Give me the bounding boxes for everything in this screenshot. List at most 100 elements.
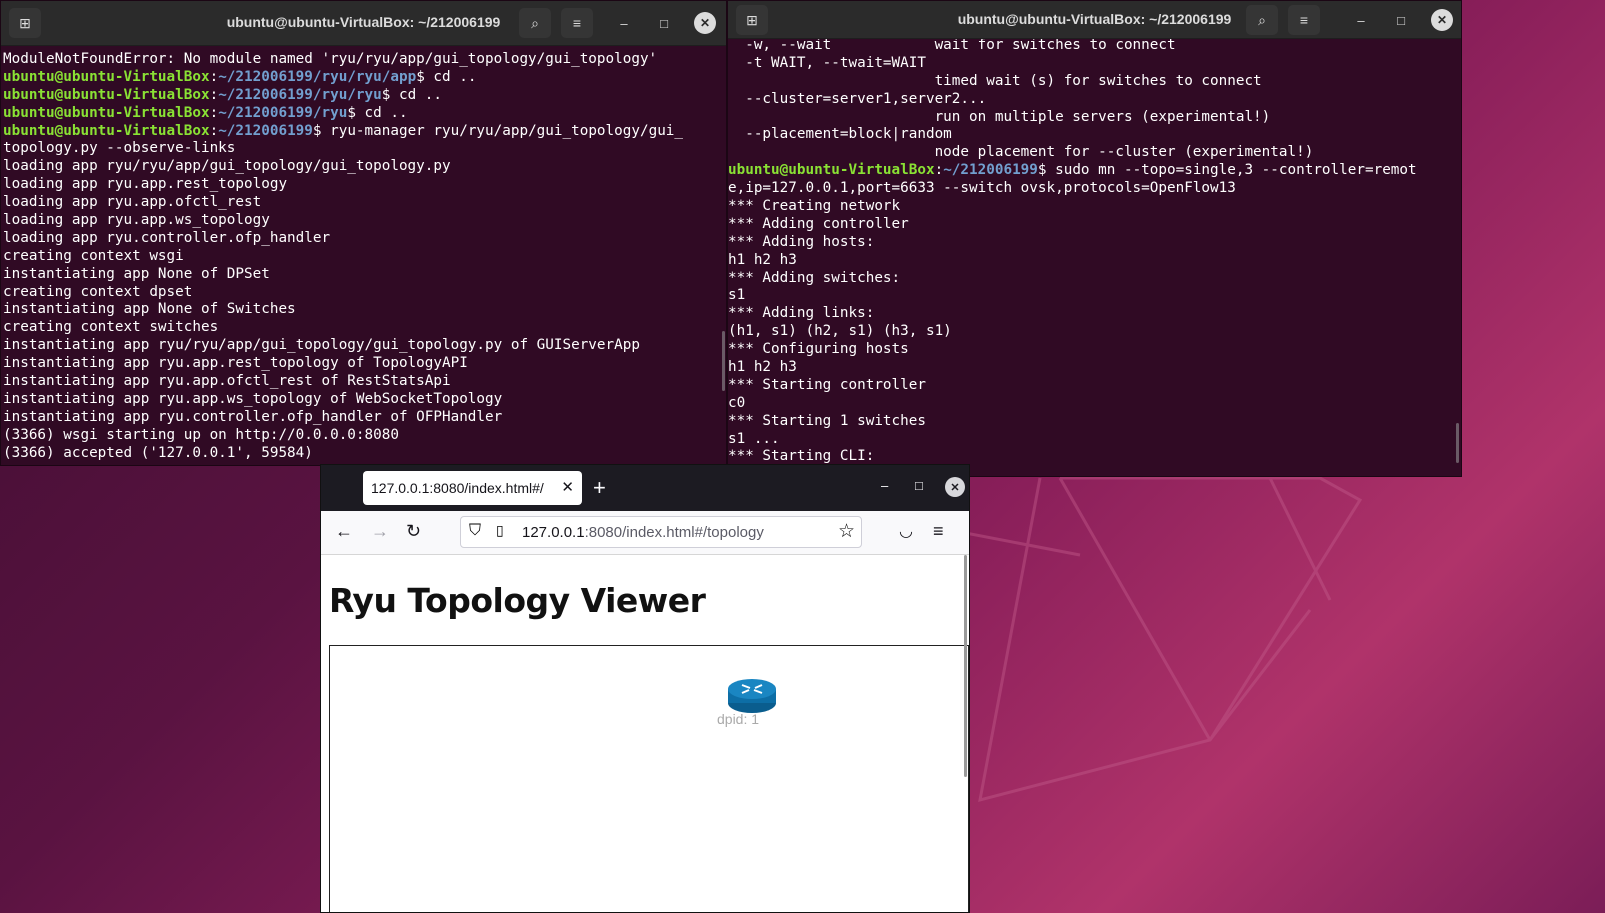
close-icon[interactable]: ✕ [945,477,965,497]
terminal-line: *** Configuring hosts [728,341,909,358]
terminal-line: *** Adding controller [728,215,909,232]
shield-icon[interactable]: ⛉ [469,522,481,540]
terminal-scrollbar[interactable] [1456,423,1459,463]
terminal-line: -w, --wait wait for switches to connect [728,37,1176,53]
menu-icon[interactable]: ≡ [561,8,593,38]
close-tab-icon[interactable]: ✕ [561,478,574,496]
terminal-line: instantiating app ryu.app.ofctl_rest of … [3,373,451,390]
terminal-line: h1 h2 h3 [728,359,797,376]
maximize-icon[interactable]: □ [1390,9,1412,31]
terminal-line: loading app ryu/ryu/app/gui_topology/gui… [3,158,451,175]
tab-title: 127.0.0.1:8080/index.html#/ [371,480,544,496]
bookmark-star-icon[interactable]: ☆ [838,520,855,543]
switch-label: dpid: 1 [717,711,760,727]
terminal-line: run on multiple servers (experimental!) [728,108,1271,125]
terminal-line: *** Creating network [728,198,901,215]
terminal-line: s1 [728,287,746,304]
prompt-path: ~/212006199 [943,162,1038,179]
right-terminal-titlebar[interactable]: ⊞ ubuntu@ubuntu-VirtualBox: ~/212006199 … [728,1,1461,39]
search-icon[interactable]: ⌕ [519,8,551,38]
terminal-line: instantiating app None of DPSet [3,265,270,282]
terminal-line: instantiating app None of Switches [3,301,296,318]
forward-icon[interactable]: → [371,521,389,542]
tab-bar: 127.0.0.1:8080/index.html#/ ✕ + – □ ✕ [321,465,969,511]
prompt-path: ~/212006199 [218,122,313,139]
prompt-separator: : [209,86,219,103]
new-tab-plus-icon[interactable]: + [593,475,606,501]
terminal-line: ubuntu@ubuntu-VirtualBox:~/212006199/ryu… [3,87,726,105]
url-host: 127.0.0.1 [522,524,585,541]
terminal-scrollbar[interactable] [722,331,725,391]
terminal-line: *** Starting 1 switches [728,412,926,429]
prompt-separator: : [209,104,219,121]
terminal-line: instantiating app ryu.app.ws_topology of… [3,390,503,407]
terminal-line: --placement=block|random [728,126,952,143]
prompt-user: ubuntu@ubuntu-VirtualBox [3,104,210,121]
prompt-separator: : [209,122,219,139]
minimize-icon[interactable]: – [1350,9,1372,31]
terminal-line: ubuntu@ubuntu-VirtualBox:~/212006199/ryu… [3,69,726,87]
prompt-separator: : [209,68,219,85]
pocket-icon[interactable]: ◡ [899,521,913,541]
terminal-line: (3366) accepted ('127.0.0.1', 59584) [3,444,313,461]
maximize-icon[interactable]: □ [653,12,675,34]
command-text: $ cd .. [416,68,477,85]
terminal-line: *** Adding links: [728,305,875,322]
terminal-line: ModuleNotFoundError: No module named 'ry… [3,51,658,67]
terminal-line: node placement for --cluster (experiment… [728,144,1314,161]
app-menu-icon[interactable]: ≡ [933,521,944,542]
menu-icon[interactable]: ≡ [1288,5,1320,35]
browser-tab[interactable]: 127.0.0.1:8080/index.html#/ ✕ [363,471,582,505]
prompt-separator: : [934,162,944,179]
terminal-line: creating context switches [3,319,219,336]
left-terminal-titlebar[interactable]: ⊞ ubuntu@ubuntu-VirtualBox: ~/212006199 … [1,1,726,46]
command-text: $ ryu-manager ryu/ryu/app/gui_topology/g… [312,122,684,139]
prompt-user: ubuntu@ubuntu-VirtualBox [3,122,210,139]
terminal-line: --cluster=server1,server2... [728,90,987,107]
prompt-path: ~/212006199/ryu/ryu [218,86,382,103]
page-scrollbar[interactable] [964,555,967,777]
close-icon[interactable]: ✕ [1431,9,1453,31]
maximize-icon[interactable]: □ [915,478,923,493]
minimize-icon[interactable]: – [881,478,888,493]
terminal-line: e,ip=127.0.0.1,port=6633 --switch ovsk,p… [728,180,1236,197]
prompt-user: ubuntu@ubuntu-VirtualBox [3,86,210,103]
terminal-line: *** Adding hosts: [728,233,875,250]
page-content: Ryu Topology Viewer dpid: 1 [321,555,969,912]
terminal-line: loading app ryu.app.ofctl_rest [3,194,262,211]
reload-icon[interactable]: ↻ [406,521,421,542]
topology-canvas[interactable] [329,645,969,912]
terminal-line: creating context dpset [3,283,193,300]
right-terminal-window[interactable]: ⊞ ubuntu@ubuntu-VirtualBox: ~/212006199 … [727,0,1462,477]
navigation-bar: ← → ↻ ⛉ ▯ 127.0.0.1:8080/index.html#/top… [321,511,969,555]
terminal-line: -t WAIT, --twait=WAIT [728,54,926,71]
terminal-output[interactable]: -w, --wait wait for switches to connect … [728,32,1461,466]
terminal-line: timed wait (s) for switches to connect [728,72,1262,89]
terminal-line: loading app ryu.app.rest_topology [3,176,288,193]
page-icon[interactable]: ▯ [496,522,504,539]
prompt-path: ~/212006199/ryu [218,104,348,121]
command-text: $ cd .. [347,104,408,121]
terminal-line: instantiating app ryu.app.rest_topology … [3,355,468,372]
terminal-line: c0 [728,394,746,411]
terminal-line: creating context wsgi [3,247,184,264]
close-icon[interactable]: ✕ [694,12,716,34]
command-text: $ sudo mn --topo=single,3 --controller=r… [1037,162,1417,179]
terminal-line: instantiating app ryu/ryu/app/gui_topolo… [3,337,640,354]
back-icon[interactable]: ← [335,521,353,542]
left-terminal-window[interactable]: ⊞ ubuntu@ubuntu-VirtualBox: ~/212006199 … [0,0,727,466]
terminal-output[interactable]: ModuleNotFoundError: No module named 'ry… [1,46,726,462]
url-bar[interactable]: ⛉ ▯ 127.0.0.1:8080/index.html#/topology … [460,516,862,548]
search-icon[interactable]: ⌕ [1246,5,1278,35]
command-text: $ cd .. [381,86,443,103]
terminal-line: (h1, s1) (h2, s1) (h3, s1) [728,323,952,340]
browser-window[interactable]: 127.0.0.1:8080/index.html#/ ✕ + – □ ✕ ← … [320,464,970,913]
terminal-line: h1 h2 h3 [728,251,797,268]
minimize-icon[interactable]: – [613,12,635,34]
terminal-line: s1 ... [728,430,780,447]
page-title: Ryu Topology Viewer [329,581,706,620]
terminal-line: topology.py --observe-links [3,140,236,157]
terminal-line: (3366) wsgi starting up on http://0.0.0.… [3,426,399,443]
switch-router-icon[interactable] [726,677,778,715]
terminal-line: ubuntu@ubuntu-VirtualBox:~/212006199/ryu… [3,105,726,123]
